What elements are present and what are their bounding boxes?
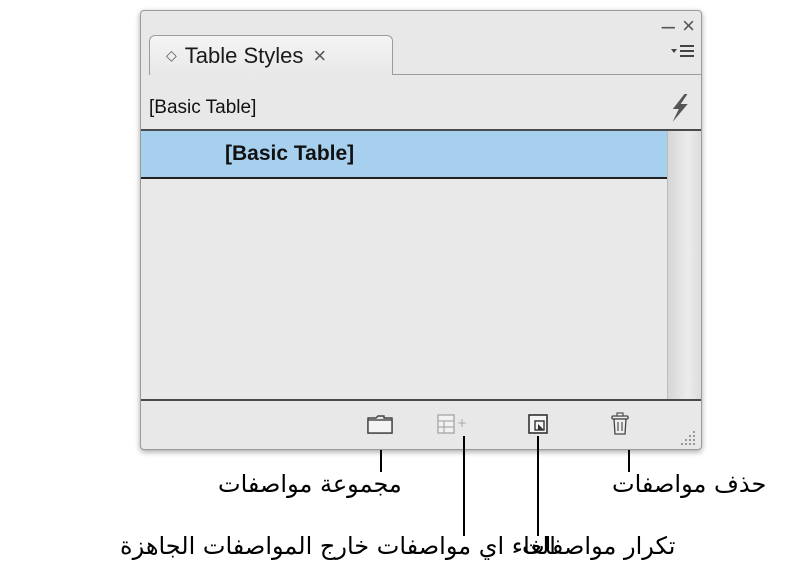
folder-icon: [367, 415, 393, 434]
callout-line-delete: [628, 450, 630, 472]
callout-delete-label: حذف مواصفات: [612, 470, 767, 498]
callout-new-label: تكرار مواصفات: [522, 532, 676, 560]
lightning-icon[interactable]: [669, 94, 692, 122]
styles-list: [Basic Table]: [141, 131, 669, 399]
tab-title: Table Styles: [184, 42, 304, 68]
tab-divider: [393, 74, 701, 75]
resize-grip-icon[interactable]: [681, 429, 697, 445]
clear-overrides-icon: +: [437, 414, 467, 434]
callout-line-clear: [463, 436, 465, 536]
tab-table-styles[interactable]: ◇ Table Styles ×: [149, 35, 393, 75]
callout-line-new: [537, 436, 539, 536]
list-item-basic-table[interactable]: [Basic Table]: [141, 131, 669, 179]
close-panel-icon[interactable]: ×: [682, 15, 695, 37]
panel-menu-button[interactable]: [671, 43, 695, 62]
new-style-button[interactable]: [521, 409, 555, 439]
panel-title-bar: ◇ Table Styles × – ×: [141, 11, 701, 75]
panel-footer: +: [141, 401, 701, 449]
new-style-icon: [528, 414, 548, 434]
delete-style-button[interactable]: [603, 409, 637, 439]
minimize-icon[interactable]: –: [662, 15, 675, 39]
trash-icon: [611, 412, 629, 435]
collapse-toggle-icon[interactable]: ◇: [166, 49, 177, 63]
table-styles-panel: ◇ Table Styles × – × [Basic Table] [Basi…: [140, 10, 702, 450]
panel-menu-icon: [671, 45, 694, 57]
callout-line-group: [380, 450, 382, 472]
current-style-label: [Basic Table]: [149, 97, 257, 118]
callout-clear-label: الغاء اي مواصفات خارج المواصفات الجاهزة: [120, 532, 556, 560]
scrollbar[interactable]: [667, 131, 701, 399]
clear-overrides-button[interactable]: +: [435, 409, 469, 439]
new-style-group-button[interactable]: [363, 409, 397, 439]
callout-group-label: مجموعة مواصفات: [218, 470, 402, 498]
list-item-label: [Basic Table]: [225, 142, 355, 165]
tab-close-icon[interactable]: ×: [313, 43, 326, 69]
current-style-row: [Basic Table]: [141, 87, 701, 131]
svg-text:+: +: [457, 416, 467, 430]
